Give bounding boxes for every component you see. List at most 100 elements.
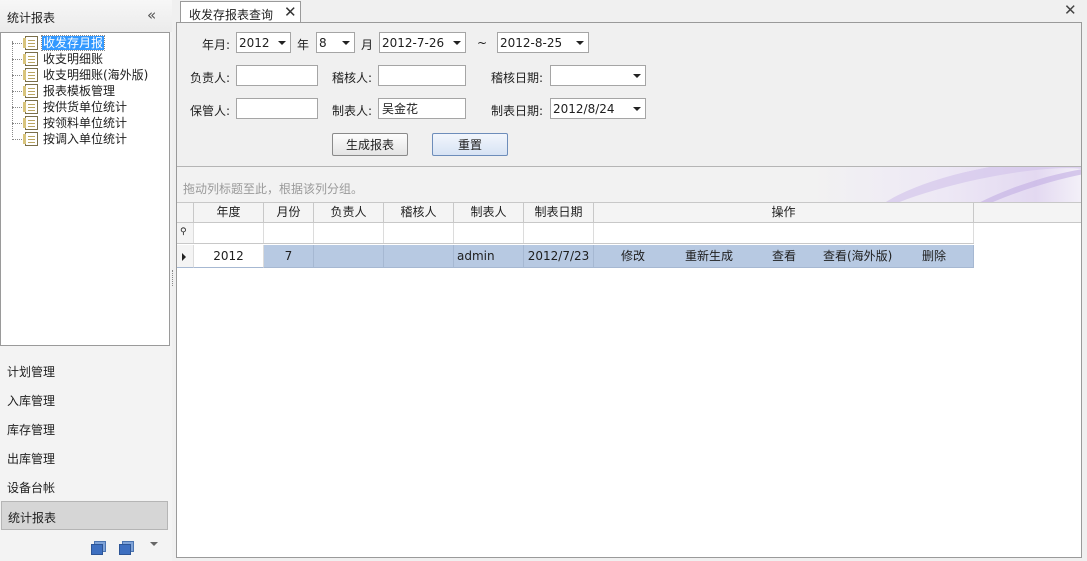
- nav-group-label: 设备台帐: [7, 481, 56, 495]
- chevron-down-icon: [633, 74, 641, 78]
- view-overseas-link[interactable]: 查看(海外版): [823, 245, 892, 267]
- cell-actions: 修改 重新生成 查看 查看(海外版) 删除: [594, 245, 974, 268]
- month-select[interactable]: 8: [316, 32, 355, 53]
- nav-group-label: 出库管理: [7, 452, 56, 466]
- cell-year[interactable]: 2012: [194, 245, 264, 268]
- chevron-down-icon: [453, 41, 461, 45]
- column-header-month[interactable]: 月份: [264, 203, 314, 223]
- regenerate-link[interactable]: 重新生成: [685, 245, 733, 267]
- nav-group-planning[interactable]: 计划管理: [0, 355, 172, 384]
- keeper-input[interactable]: [236, 98, 318, 119]
- nav-group-label: 入库管理: [7, 394, 56, 408]
- tree-item-label: 收发存月报: [40, 35, 106, 51]
- tree-item-monthly-report[interactable]: 收发存月报: [1, 35, 169, 51]
- close-document-icon[interactable]: ✕: [1064, 1, 1077, 19]
- tree-item-label: 报表模板管理: [43, 84, 116, 98]
- table-row[interactable]: 2012 7 admin 2012/7/23 修改 重新生成 查看 查看(海外版…: [177, 245, 974, 268]
- cell-owner[interactable]: [314, 245, 384, 268]
- current-row-arrow-icon: [182, 253, 186, 261]
- nav-group-outbound[interactable]: 出库管理: [0, 442, 172, 471]
- make-date-picker[interactable]: 2012/8/24: [550, 98, 646, 119]
- auditor-input[interactable]: [378, 65, 466, 86]
- keeper-label: 保管人:: [190, 104, 231, 118]
- nav-title: 统计报表: [7, 11, 56, 25]
- column-header-owner[interactable]: 负责人: [314, 203, 384, 223]
- nav-group-inbound[interactable]: 入库管理: [0, 384, 172, 413]
- filter-cell-make-date[interactable]: [524, 223, 594, 243]
- filter-cell-owner[interactable]: [314, 223, 384, 243]
- report-doc-icon: [23, 132, 38, 146]
- cell-maker[interactable]: admin: [454, 245, 524, 268]
- filter-cell-month[interactable]: [264, 223, 314, 243]
- chevron-down-icon: [278, 41, 286, 45]
- tree-item-ledger-overseas[interactable]: 收支明细账(海外版): [1, 67, 169, 83]
- overflow-group-icon[interactable]: [91, 541, 106, 555]
- nav-group-statistics[interactable]: 统计报表: [1, 501, 168, 530]
- filter-cell-actions[interactable]: [594, 223, 974, 243]
- row-indicator-header: [177, 203, 194, 223]
- nav-group-inventory[interactable]: 库存管理: [0, 413, 172, 442]
- grid-filter-row: ⚲: [177, 223, 974, 244]
- date-range-separator: ~: [477, 36, 488, 50]
- tab-strip: [176, 0, 1087, 22]
- date-to-picker[interactable]: 2012-8-25: [497, 32, 589, 53]
- audit-date-picker[interactable]: [550, 65, 646, 86]
- row-indicator: [177, 245, 194, 268]
- overflow-group-icon[interactable]: [119, 541, 134, 555]
- column-header-year[interactable]: 年度: [194, 203, 264, 223]
- delete-link[interactable]: 删除: [922, 245, 946, 267]
- reset-button[interactable]: 重置: [432, 133, 508, 156]
- report-doc-icon: [23, 116, 38, 130]
- nav-group-equipment-ledger[interactable]: 设备台帐: [0, 471, 172, 500]
- filter-cell-year[interactable]: [194, 223, 264, 243]
- owner-input[interactable]: [236, 65, 318, 86]
- nav-options-dropdown-icon[interactable]: [150, 542, 158, 546]
- filter-cell-maker[interactable]: [454, 223, 524, 243]
- cell-auditor[interactable]: [384, 245, 454, 268]
- maker-input[interactable]: [378, 98, 466, 119]
- splitter-grip[interactable]: [172, 270, 175, 286]
- filter-pin-icon: ⚲: [180, 227, 187, 237]
- cell-month[interactable]: 7: [264, 245, 314, 268]
- tree-item-by-supplier[interactable]: 按供货单位统计: [1, 99, 169, 115]
- cell-make-date[interactable]: 2012/7/23: [524, 245, 594, 268]
- month-unit-label: 月: [361, 38, 374, 52]
- report-query-panel: 年月: 2012 年 8 月 2012-7-26 ~ 2012-8-25 负责人…: [176, 22, 1082, 558]
- filter-cell-auditor[interactable]: [384, 223, 454, 243]
- close-tab-icon[interactable]: ✕: [284, 3, 297, 21]
- nav-group-label: 库存管理: [7, 423, 56, 437]
- chevron-down-icon: [576, 41, 584, 45]
- auditor-label: 稽核人:: [332, 71, 373, 85]
- date-from-picker[interactable]: 2012-7-26: [379, 32, 466, 53]
- column-header-maker[interactable]: 制表人: [454, 203, 524, 223]
- year-select[interactable]: 2012: [236, 32, 291, 53]
- view-link[interactable]: 查看: [772, 245, 796, 267]
- chevron-down-icon: [342, 41, 350, 45]
- navigation-pane: 统计报表 « 收发存月报 收支明细账 收支明细账(海外版) 报表模板管理 按供货…: [0, 0, 172, 561]
- tab-inventory-report-query[interactable]: 收发存报表查询 ✕: [180, 1, 301, 23]
- chevron-down-icon: [633, 107, 641, 111]
- column-header-make-date[interactable]: 制表日期: [524, 203, 594, 223]
- tree-item-template-management[interactable]: 报表模板管理: [1, 83, 169, 99]
- filter-panel: 年月: 2012 年 8 月 2012-7-26 ~ 2012-8-25 负责人…: [177, 23, 1081, 166]
- nav-header: 统计报表 «: [0, 0, 172, 32]
- report-doc-icon: [23, 100, 38, 114]
- tree-item-by-transfer-unit[interactable]: 按调入单位统计: [1, 131, 169, 147]
- group-by-hint: 拖动列标题至此，根据该列分组。: [183, 182, 364, 196]
- collapse-nav-icon[interactable]: «: [147, 6, 156, 24]
- generate-report-button[interactable]: 生成报表: [332, 133, 408, 156]
- group-by-panel[interactable]: 拖动列标题至此，根据该列分组。: [177, 166, 1081, 202]
- nav-group-label: 统计报表: [8, 511, 57, 525]
- tree-item-label: 收支明细账(海外版): [43, 68, 149, 82]
- report-doc-icon: [23, 84, 38, 98]
- tree-item-ledger[interactable]: 收支明细账: [1, 51, 169, 67]
- maker-label: 制表人:: [332, 104, 373, 118]
- tree-item-by-requisitioner[interactable]: 按领料单位统计: [1, 115, 169, 131]
- nav-footer: [0, 532, 172, 561]
- column-header-auditor[interactable]: 稽核人: [384, 203, 454, 223]
- edit-link[interactable]: 修改: [621, 245, 645, 267]
- make-date-label: 制表日期:: [491, 104, 544, 118]
- filter-row-indicator: ⚲: [177, 223, 194, 243]
- tree-item-label: 按供货单位统计: [43, 100, 128, 114]
- column-header-actions[interactable]: 操作: [594, 203, 974, 223]
